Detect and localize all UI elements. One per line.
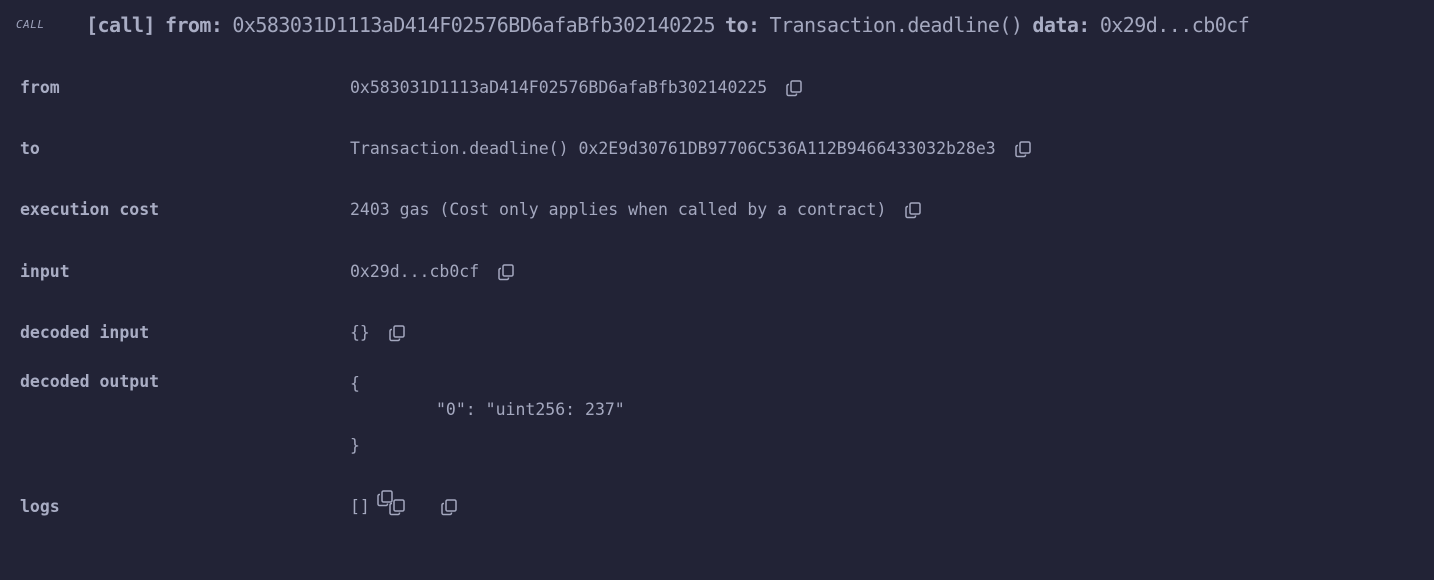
copy-icon[interactable] [388,324,406,342]
copy-icon[interactable] [904,201,922,219]
input-value: 0x29d...cb0cf [350,262,480,281]
copy-icon[interactable] [376,437,394,507]
row-value: 0x29d...cb0cf [350,262,515,281]
copy-icon[interactable] [440,498,458,516]
call-badge: CALL [16,18,45,31]
header-data-keyword: data: [1032,13,1090,37]
json-open-brace: { [350,374,360,393]
call-tag: [call] [86,13,156,37]
row-value: {} [350,323,406,342]
row-value: 2403 gas (Cost only applies when called … [350,200,922,219]
transaction-details-panel: CALL [call] from: 0x583031D1113aD414F02576… [0,0,1434,580]
header-from-keyword: from: [164,13,223,37]
header-summary: [call] from: 0x583031D1113aD414F02576BD6af… [86,10,1250,40]
row-label: decoded output [20,372,160,391]
header-to-keyword: to: [725,13,760,37]
row-label: logs [20,497,60,516]
row-label: to [20,139,40,158]
row-label: decoded input [20,323,150,342]
row-value: 0x583031D1113aD414F02576BD6afaBfb3021402… [350,78,803,97]
logs-value: [] [350,497,370,516]
json-close-brace: } [350,436,360,455]
row-label: execution cost [20,200,160,219]
decoded-output-close: } [350,433,394,507]
row-label: from [20,78,60,97]
header-to-function: Transaction.deadline() [769,13,1023,37]
decoded-input-value: {} [350,323,370,342]
row-label: input [20,262,70,281]
row-value: [] [350,497,458,516]
decoded-output-entry: "0": "uint256: 237" [436,397,625,423]
row-value: Transaction.deadline() 0x2E9d30761DB9770… [350,139,1032,158]
copy-icon[interactable] [388,498,406,516]
decoded-output-json: { [350,371,360,397]
from-address: 0x583031D1113aD414F02576BD6afaBfb3021402… [350,78,768,97]
copy-icon[interactable] [785,79,803,97]
execution-cost-value: 2403 gas (Cost only applies when called … [350,200,887,219]
to-value: Transaction.deadline() 0x2E9d30761DB9770… [350,139,996,158]
header-data-value: 0x29d...cb0cf [1099,13,1250,37]
copy-icon[interactable] [1014,140,1032,158]
json-entry: "0": "uint256: 237" [436,400,625,419]
header-from-address: 0x583031D1113aD414F02576BD6afaBfb3021402… [232,13,716,37]
copy-icon[interactable] [497,263,515,281]
